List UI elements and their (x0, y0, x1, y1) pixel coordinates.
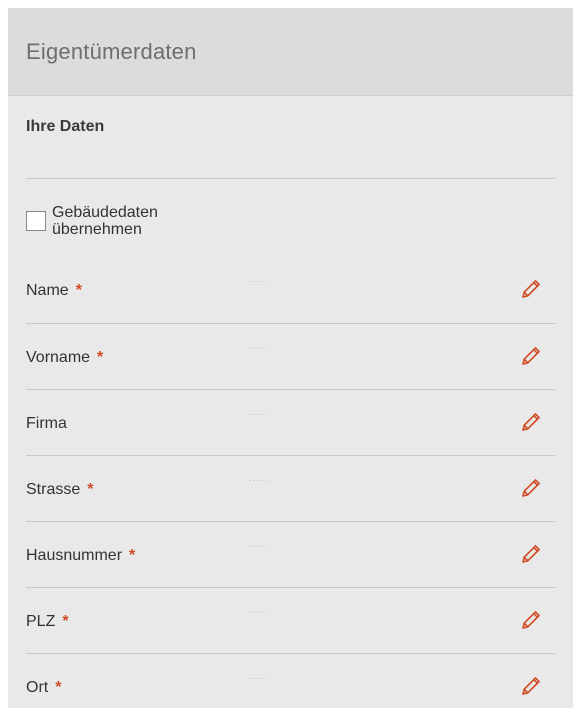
field-value: ····· (248, 607, 270, 618)
field-row-name[interactable]: Name * ····· (26, 257, 555, 323)
field-list: Name * ····· Vorname * ····· Firma ····· S… (26, 257, 555, 708)
field-label: Ort * (26, 679, 62, 696)
pencil-icon[interactable] (519, 608, 543, 632)
field-value: ····· (248, 343, 270, 354)
pencil-icon[interactable] (519, 674, 543, 698)
pencil-icon[interactable] (519, 410, 543, 434)
field-value: ····· (248, 409, 270, 420)
copy-building-data-row[interactable]: Gebäudedaten übernehmen (26, 179, 555, 257)
panel-header: Eigentümerdaten (8, 8, 573, 96)
required-marker: * (87, 481, 94, 498)
field-row-vorname[interactable]: Vorname * ····· (26, 323, 555, 389)
required-marker: * (129, 547, 136, 564)
field-row-firma[interactable]: Firma ····· (26, 389, 555, 455)
section-title: Ihre Daten (26, 118, 105, 135)
field-label: Firma (26, 415, 67, 432)
required-marker: * (62, 613, 69, 630)
field-label: Vorname * (26, 349, 104, 366)
field-value: ····· (248, 475, 270, 486)
panel-body: Ihre Daten Gebäudedaten übernehmen Name *… (8, 96, 573, 708)
field-value: ····· (248, 541, 270, 552)
required-marker: * (75, 282, 82, 299)
pencil-icon[interactable] (519, 344, 543, 368)
copy-building-data-checkbox[interactable] (26, 211, 46, 231)
field-label: PLZ * (26, 613, 69, 630)
field-row-hausnummer[interactable]: Hausnummer * ····· (26, 521, 555, 587)
field-value: ····· (248, 276, 270, 287)
field-label: Name * (26, 282, 82, 299)
field-label: Strasse * (26, 481, 94, 498)
pencil-icon[interactable] (519, 476, 543, 500)
owner-data-panel: Eigentümerdaten Ihre Daten Gebäudedaten … (8, 8, 573, 708)
pencil-icon[interactable] (519, 542, 543, 566)
pencil-icon[interactable] (519, 277, 543, 301)
required-marker: * (97, 349, 104, 366)
required-marker: * (55, 679, 62, 696)
field-row-strasse[interactable]: Strasse * ····· (26, 455, 555, 521)
field-value: ····· (248, 673, 270, 684)
field-row-plz[interactable]: PLZ * ····· (26, 587, 555, 653)
copy-building-data-label: Gebäudedaten übernehmen (52, 204, 158, 238)
panel-title: Eigentümerdaten (26, 38, 197, 64)
field-label: Hausnummer * (26, 547, 136, 564)
